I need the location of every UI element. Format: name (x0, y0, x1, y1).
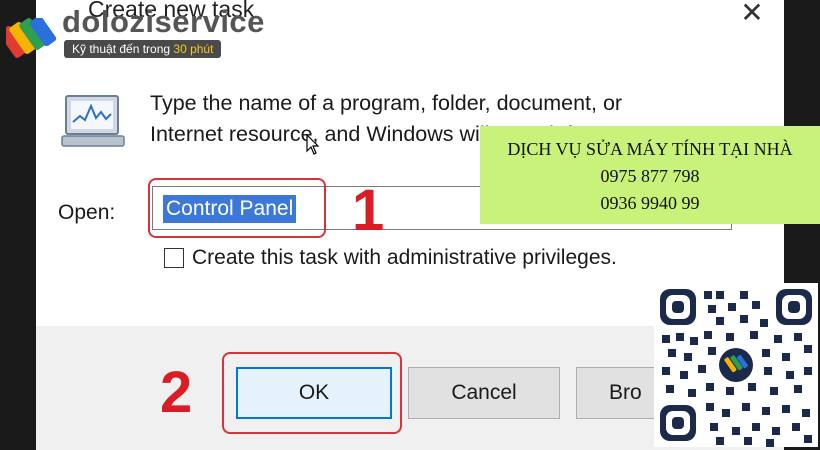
brand-name: doloziservice (62, 4, 265, 39)
brand-tagline: Kỹ thuật đến trong 30 phút (64, 40, 222, 58)
run-program-icon (61, 95, 125, 147)
admin-checkbox-row[interactable]: Create this task with administrative pri… (164, 246, 617, 270)
ad-headline: DỊCH VỤ SỬA MÁY TÍNH TẠI NHÀ (507, 139, 793, 159)
step2-highlight-box (222, 352, 402, 434)
brand-logo: doloziservice Kỹ thuật đến trong 30 phút (0, 0, 275, 62)
qr-code-icon (654, 283, 818, 447)
step2-number: 2 (160, 360, 193, 425)
close-icon: ✕ (740, 0, 764, 28)
brand-tagline-prefix: Kỹ thuật đến trong (72, 42, 174, 56)
mouse-cursor-icon (306, 134, 320, 155)
step1-highlight-box (148, 178, 326, 238)
close-button[interactable]: ✕ (734, 0, 770, 28)
description-line-1: Type the name of a program, folder, docu… (150, 91, 623, 115)
cancel-button[interactable]: Cancel (408, 367, 560, 419)
open-label: Open: (58, 201, 116, 224)
ad-phone-1: 0975 877 798 (600, 166, 700, 186)
step1-number: 1 (352, 178, 385, 243)
brand-tagline-highlight: 30 phút (173, 42, 214, 56)
service-ad-box: DỊCH VỤ SỬA MÁY TÍNH TẠI NHÀ 0975 877 79… (480, 126, 820, 224)
admin-checkbox-label: Create this task with administrative pri… (192, 246, 617, 269)
brand-logo-icon (6, 18, 57, 58)
ad-phone-2: 0936 9940 99 (600, 193, 700, 213)
admin-checkbox[interactable] (164, 248, 184, 268)
